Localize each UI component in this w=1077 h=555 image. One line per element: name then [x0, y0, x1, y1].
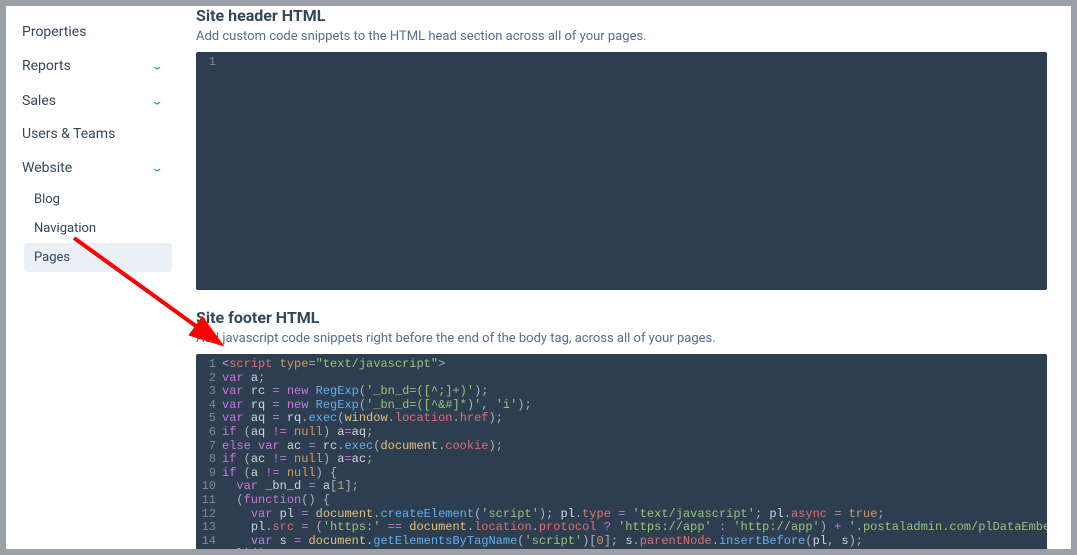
footer-html-editor[interactable]: 123456789101112131415 <script type="text…	[196, 354, 1047, 549]
sidebar-item-label: Pages	[34, 250, 70, 265]
sidebar-item-users-teams[interactable]: Users & Teams	[12, 118, 176, 150]
editor-body[interactable]: <script type="text/javascript">var a;var…	[222, 354, 1047, 549]
editor-gutter: 123456789101112131415	[196, 354, 222, 549]
footer-section-desc: Add javascript code snippets right befor…	[196, 331, 1047, 346]
sidebar-item-label: Navigation	[34, 221, 96, 236]
main-content: Site header HTML Add custom code snippet…	[176, 6, 1071, 549]
chevron-down-icon: ⌄	[151, 59, 164, 72]
chevron-down-icon: ⌄	[151, 94, 164, 107]
header-section-title: Site header HTML	[196, 6, 1047, 25]
sidebar-item-reports[interactable]: Reports ⌄	[12, 48, 176, 83]
sidebar-item-label: Blog	[34, 192, 60, 207]
sidebar-item-blog[interactable]: Blog	[24, 185, 176, 214]
sidebar-item-label: Users & Teams	[22, 126, 115, 142]
sidebar-item-sales[interactable]: Sales ⌄	[12, 83, 176, 118]
sidebar-subitems-website: Blog Navigation Pages	[12, 185, 176, 272]
footer-section-title: Site footer HTML	[196, 308, 1047, 327]
sidebar-item-label: Reports	[22, 58, 71, 74]
sidebar-item-pages[interactable]: Pages	[24, 243, 172, 272]
sidebar-item-label: Properties	[22, 24, 86, 40]
header-section-desc: Add custom code snippets to the HTML hea…	[196, 29, 1047, 44]
editor-gutter: 1	[196, 52, 222, 290]
sidebar-item-website[interactable]: Website ⌄	[12, 150, 176, 185]
chevron-down-icon: ⌄	[151, 161, 164, 174]
sidebar-item-label: Sales	[22, 93, 56, 109]
sidebar-item-navigation[interactable]: Navigation	[24, 214, 176, 243]
sidebar-item-properties[interactable]: Properties	[12, 16, 176, 48]
sidebar-item-label: Website	[22, 160, 72, 176]
header-html-editor[interactable]: 1	[196, 52, 1047, 290]
sidebar: Properties Reports ⌄ Sales ⌄ Users & Tea…	[6, 6, 176, 549]
editor-body[interactable]	[222, 52, 1047, 290]
